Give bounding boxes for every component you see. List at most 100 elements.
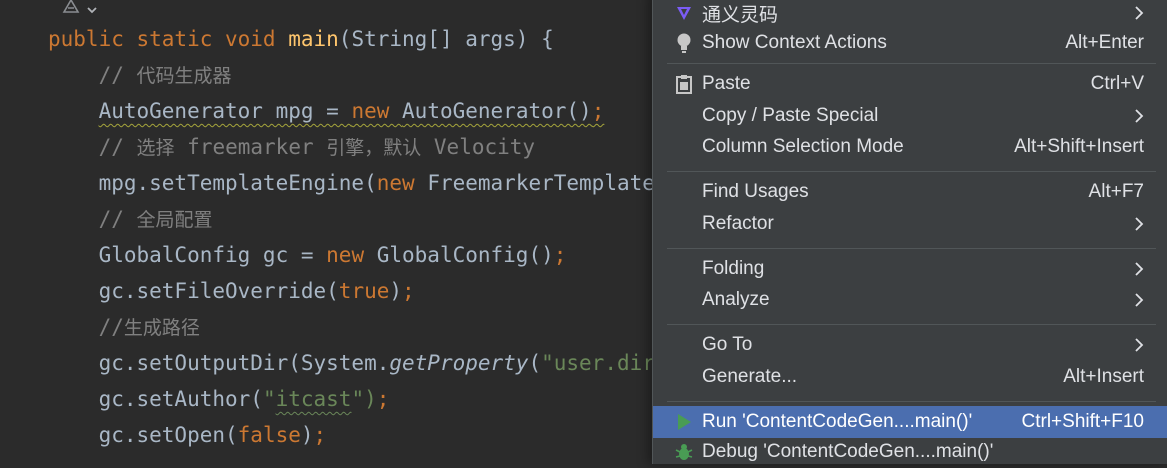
gutter-toolbar[interactable] bbox=[60, 0, 98, 18]
menu-item-refactor[interactable]: Refactor bbox=[653, 208, 1167, 240]
chevron-right-icon bbox=[1132, 215, 1146, 233]
code-line[interactable]: public static void main(String[] args) { bbox=[48, 21, 554, 57]
code-line[interactable]: gc.setFileOverride(true); bbox=[48, 273, 415, 309]
code-token: ") bbox=[351, 387, 377, 411]
chevron-right-icon bbox=[1132, 291, 1146, 309]
code-token: freemarker bbox=[174, 135, 327, 159]
code-token: GlobalConfig() bbox=[376, 243, 554, 267]
code-token: itcast bbox=[275, 387, 352, 411]
code-token: ) bbox=[389, 279, 403, 303]
menu-item-tongyi-lingma[interactable]: 通义灵码 bbox=[653, 0, 1167, 29]
code-token: ; bbox=[402, 279, 415, 303]
code-token: AutoGenerator mpg = bbox=[98, 99, 352, 123]
menu-item-label: Go To bbox=[702, 334, 753, 355]
menu-item-debug[interactable]: Debug 'ContentCodeGen....main()' bbox=[653, 436, 1167, 468]
run-icon bbox=[673, 411, 695, 433]
code-token: getProperty bbox=[389, 351, 529, 375]
menu-item-show-context-actions[interactable]: Show Context Actions Alt+Enter bbox=[653, 27, 1167, 59]
menu-item-label: Analyze bbox=[702, 289, 770, 310]
menu-item-shortcut: Ctrl+Shift+F10 bbox=[1021, 411, 1145, 432]
code-line[interactable]: //生成路径 bbox=[48, 309, 200, 345]
code-token: gc.setFileOverride( bbox=[48, 279, 339, 303]
menu-item-copy-paste-special[interactable]: Copy / Paste Special bbox=[653, 100, 1167, 132]
code-token: Velocity bbox=[421, 135, 536, 159]
code-line[interactable]: // 全局配置 bbox=[48, 201, 213, 237]
code-token: 生成路径 bbox=[123, 317, 200, 339]
code-token: gc.setOutputDir(System. bbox=[48, 351, 390, 375]
code-line[interactable]: // 代码生成器 bbox=[48, 57, 232, 93]
code-line[interactable]: // 选择 freemarker 引擎，默认 Velocity bbox=[48, 129, 536, 165]
context-menu: 通义灵码 Show Context Actions Alt+Enter Paste Ct… bbox=[652, 0, 1167, 464]
code-token: false bbox=[237, 423, 301, 447]
ai-assistant-icon[interactable] bbox=[60, 0, 82, 20]
menu-item-label: Debug 'ContentCodeGen....main()' bbox=[702, 441, 994, 462]
debug-icon bbox=[673, 441, 695, 463]
chevron-down-icon[interactable] bbox=[86, 0, 98, 19]
menu-item-paste[interactable]: Paste Ctrl+V bbox=[653, 68, 1167, 100]
menu-item-label: Paste bbox=[702, 73, 751, 94]
menu-item-label: Generate... bbox=[702, 366, 798, 387]
code-token: main bbox=[288, 27, 339, 51]
code-token: 引擎，默认 bbox=[326, 137, 422, 159]
chevron-right-icon bbox=[1132, 107, 1146, 125]
menu-item-folding[interactable]: Folding bbox=[653, 253, 1167, 285]
menu-item-shortcut: Alt+F7 bbox=[1088, 181, 1144, 202]
code-token: // bbox=[48, 135, 137, 159]
code-token: ; bbox=[376, 387, 390, 411]
lightbulb-icon bbox=[673, 32, 695, 54]
code-line[interactable]: gc.setOpen(false); bbox=[48, 417, 327, 450]
code-token: (String[] args) { bbox=[338, 27, 554, 51]
menu-item-shortcut: Alt+Shift+Insert bbox=[1014, 136, 1144, 157]
code-token: // bbox=[48, 207, 137, 231]
code-line[interactable]: AutoGenerator mpg = new AutoGenerator(); bbox=[48, 93, 605, 129]
code-token: ; bbox=[313, 423, 327, 447]
code-token: "user.dir" bbox=[541, 351, 668, 375]
menu-separator bbox=[667, 401, 1156, 402]
code-token: ( bbox=[528, 351, 542, 375]
menu-item-label: 通义灵码 bbox=[702, 4, 779, 26]
menu-item-label: Find Usages bbox=[702, 181, 809, 202]
menu-item-label: Copy / Paste Special bbox=[702, 105, 879, 126]
code-line[interactable]: GlobalConfig gc = new GlobalConfig(); bbox=[48, 237, 567, 273]
code-token: 全局配置 bbox=[136, 209, 213, 231]
menu-item-find-usages[interactable]: Find Usages Alt+F7 bbox=[653, 176, 1167, 208]
code-token: // bbox=[48, 63, 137, 87]
menu-item-go-to[interactable]: Go To bbox=[653, 329, 1167, 361]
menu-item-analyze[interactable]: Analyze bbox=[653, 284, 1167, 316]
chevron-right-icon bbox=[1132, 260, 1146, 278]
code-token: gc.setOpen( bbox=[48, 423, 238, 447]
code-token: new bbox=[376, 171, 428, 195]
clipboard-icon bbox=[673, 73, 695, 95]
code-token: " bbox=[262, 387, 276, 411]
tongyi-icon bbox=[673, 2, 695, 24]
code-line[interactable]: gc.setAuthor("itcast"); bbox=[48, 381, 390, 417]
code-token: mpg.setTemplateEngine( bbox=[48, 171, 377, 195]
code-token: AutoGenerator() bbox=[402, 99, 592, 123]
menu-item-generate[interactable]: Generate... Alt+Insert bbox=[653, 361, 1167, 393]
menu-item-label: Run 'ContentCodeGen....main()' bbox=[702, 411, 973, 432]
code-token: public static void bbox=[48, 27, 289, 51]
menu-item-shortcut: Alt+Enter bbox=[1065, 32, 1144, 53]
code-token: 选择 bbox=[136, 137, 175, 159]
menu-separator bbox=[667, 171, 1156, 172]
chevron-right-icon bbox=[1132, 336, 1146, 354]
code-token: 代码生成器 bbox=[136, 65, 232, 87]
code-token: // bbox=[48, 315, 124, 339]
code-token: ) bbox=[300, 423, 314, 447]
code-token: ; bbox=[591, 99, 605, 123]
menu-separator bbox=[667, 324, 1156, 325]
menu-item-run[interactable]: Run 'ContentCodeGen....main()' Ctrl+Shift… bbox=[653, 406, 1167, 438]
menu-item-label: Column Selection Mode bbox=[702, 136, 904, 157]
menu-item-label: Show Context Actions bbox=[702, 32, 887, 53]
chevron-right-icon bbox=[1132, 4, 1146, 22]
code-token: new bbox=[326, 243, 377, 267]
menu-item-column-selection-mode[interactable]: Column Selection Mode Alt+Shift+Insert bbox=[653, 131, 1167, 163]
menu-separator bbox=[667, 248, 1156, 249]
menu-item-label: Folding bbox=[702, 258, 765, 279]
menu-item-shortcut: Ctrl+V bbox=[1090, 73, 1144, 94]
menu-item-shortcut: Alt+Insert bbox=[1063, 366, 1144, 387]
menu-item-label: Refactor bbox=[702, 213, 774, 234]
code-token: ; bbox=[553, 243, 567, 267]
code-token: true bbox=[338, 279, 390, 303]
